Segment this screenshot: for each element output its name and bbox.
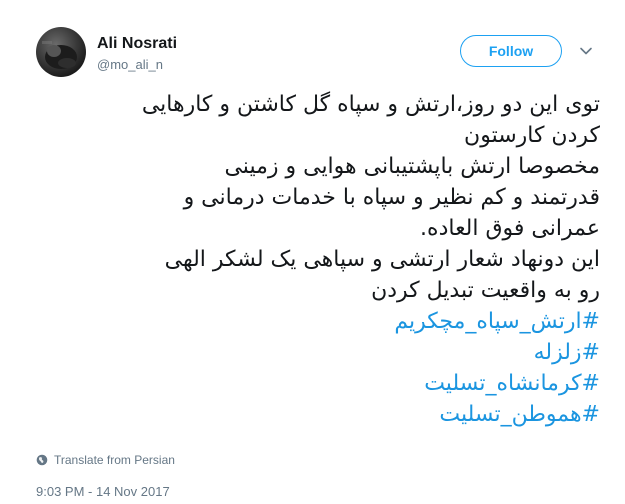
author-handle[interactable]: @mo_ali_n [97,57,163,72]
chevron-down-icon[interactable] [578,43,594,59]
hashtag-link[interactable]: #ارتش_سپاه_مچکریم [290,306,600,337]
tweet-line: توی این دو روز،ارتش و سپاه گل کاشتن و کا… [141,92,600,117]
follow-button[interactable]: Follow [460,35,562,67]
tweet-line: قدرتمند و کم نظیر و سپاه با خدمات درمانی… [183,185,600,210]
hashtag-link[interactable]: #کرمانشاه_تسلیت [290,368,600,399]
timestamp[interactable]: 9:03 PM - 14 Nov 2017 [36,484,170,499]
tweet-line: عمرانی فوق العاده. [420,216,600,241]
tweet-line: کردن کارستون [464,123,600,148]
tweet-line: رو به واقعیت تبدیل کردن [371,278,600,303]
translate-label: Translate from Persian [54,453,175,467]
author-name[interactable]: Ali Nosrati [97,35,177,53]
hashtag-link[interactable]: #هموطن_تسلیت [290,399,600,430]
hashtag-link[interactable]: #زلزله [290,337,600,368]
tweet-line: مخصوصا ارتش باپشتیبانی هوایی و زمینی [224,154,600,179]
avatar[interactable] [36,27,86,77]
globe-icon [36,454,48,466]
tweet-card: Ali Nosrati @mo_ali_n Follow توی این دو … [0,0,625,504]
translate-link[interactable]: Translate from Persian [36,453,175,467]
tweet-line: این دونهاد شعار ارتشی و سپاهی یک لشکر ال… [164,247,600,272]
tweet-text: توی این دو روز،ارتش و سپاه گل کاشتن و کا… [141,89,600,430]
